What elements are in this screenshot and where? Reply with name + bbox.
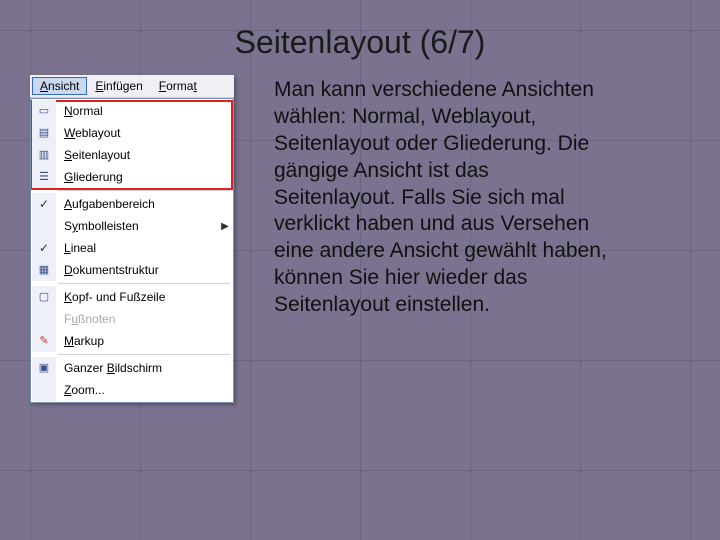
menu-item-label: Fußnoten [56, 312, 232, 326]
menubar-item-ansicht[interactable]: Ansicht [32, 77, 87, 95]
menu-item-label: Markup [56, 334, 232, 348]
menu-item-label: Normal [56, 104, 232, 118]
menu-item-label: Gliederung [56, 170, 232, 184]
menu-separator [58, 354, 230, 355]
ansicht-dropdown: ▭ Normal ▤ Weblayout ▥ Seitenlayout ☰ Gl… [30, 98, 234, 403]
menu-item-kopf-fusszeile[interactable]: ▢ Kopf- und Fußzeile [32, 286, 232, 308]
web-layout-icon: ▤ [39, 128, 49, 139]
menu-item-zoom[interactable]: Zoom... [32, 379, 232, 401]
outline-view-icon: ☰ [39, 172, 49, 183]
check-icon [39, 241, 49, 255]
menu-item-label: Symbolleisten [56, 219, 218, 233]
fullscreen-icon: ▣ [39, 363, 49, 374]
menu-item-seitenlayout[interactable]: ▥ Seitenlayout [32, 144, 232, 166]
menu-item-normal[interactable]: ▭ Normal [32, 100, 232, 122]
menu-item-label: Ganzer Bildschirm [56, 361, 232, 375]
menubar: Ansicht Einfügen Format [30, 75, 234, 98]
menu-separator [58, 190, 230, 191]
menu-item-label: Weblayout [56, 126, 232, 140]
menu-item-symbolleisten[interactable]: Symbolleisten ▶ [32, 215, 232, 237]
menu-separator [58, 283, 230, 284]
menu-item-label: Lineal [56, 241, 232, 255]
menu-item-markup[interactable]: ✎ Markup [32, 330, 232, 352]
menu-item-ganzer-bildschirm[interactable]: ▣ Ganzer Bildschirm [32, 357, 232, 379]
menubar-item-format[interactable]: Format [151, 77, 205, 95]
menu-item-label: Zoom... [56, 383, 232, 397]
document-map-icon: ▦ [39, 265, 49, 276]
menu-screenshot: Ansicht Einfügen Format ▭ Normal ▤ Webla… [30, 75, 234, 403]
menu-item-weblayout[interactable]: ▤ Weblayout [32, 122, 232, 144]
header-footer-icon: ▢ [39, 292, 49, 303]
menu-item-fussnoten[interactable]: Fußnoten [32, 308, 232, 330]
menu-item-label: Aufgabenbereich [56, 197, 232, 211]
description-text: Man kann verschiedene Ansichten wählen: … [274, 75, 614, 319]
menu-item-label: Dokumentstruktur [56, 263, 232, 277]
print-layout-icon: ▥ [39, 150, 49, 161]
check-icon [39, 197, 49, 211]
menu-item-gliederung[interactable]: ☰ Gliederung [32, 166, 232, 188]
menu-item-lineal[interactable]: Lineal [32, 237, 232, 259]
menu-item-dokumentstruktur[interactable]: ▦ Dokumentstruktur [32, 259, 232, 281]
menu-item-label: Kopf- und Fußzeile [56, 290, 232, 304]
menu-item-aufgabenbereich[interactable]: Aufgabenbereich [32, 193, 232, 215]
normal-view-icon: ▭ [39, 106, 49, 117]
markup-icon: ✎ [39, 336, 48, 347]
submenu-arrow-icon: ▶ [218, 221, 232, 232]
menubar-item-einfuegen[interactable]: Einfügen [87, 77, 150, 95]
page-title: Seitenlayout (6/7) [0, 0, 720, 61]
menu-item-label: Seitenlayout [56, 148, 232, 162]
